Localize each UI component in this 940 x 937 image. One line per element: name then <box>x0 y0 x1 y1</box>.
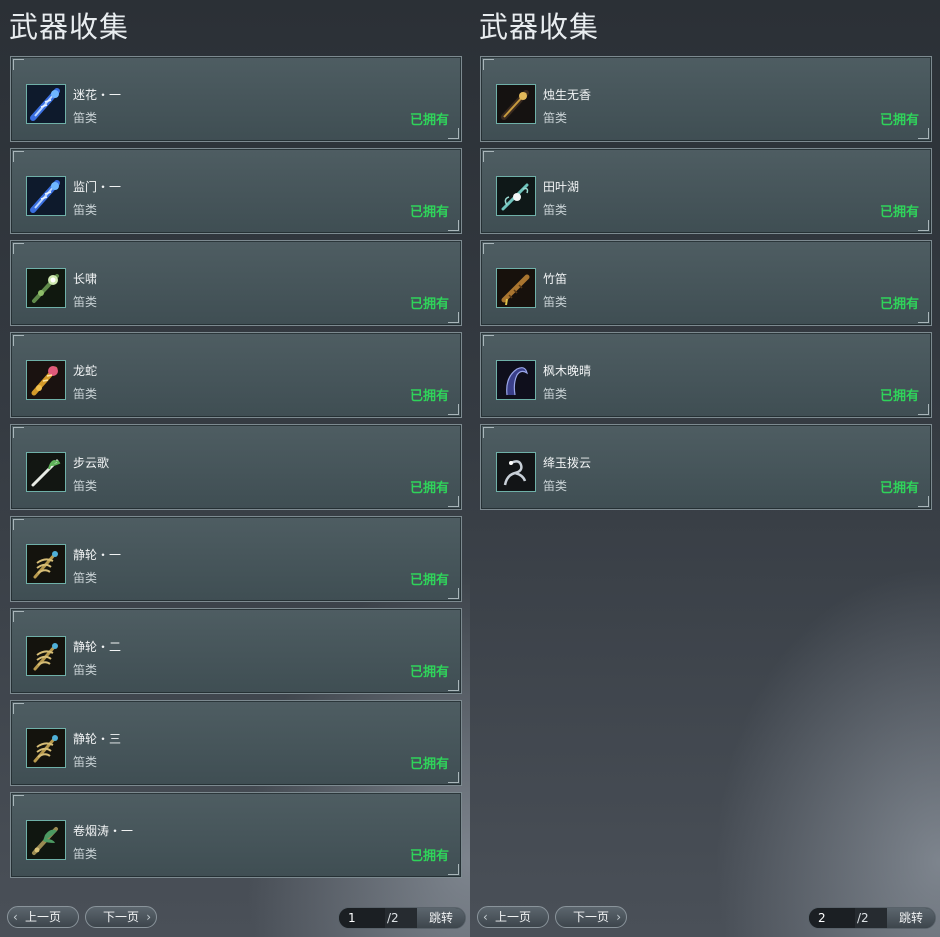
page-number-input[interactable]: 1 <box>339 908 385 928</box>
owned-status: 已拥有 <box>879 297 919 312</box>
weapon-card[interactable]: 枫木晚晴 笛类 已拥有 <box>480 332 932 418</box>
panel-title: 武器收集 <box>9 10 130 44</box>
green-orb-flute-icon <box>26 268 66 308</box>
bamboo-flute-icon <box>496 268 536 308</box>
weapon-name: 静轮・二 <box>73 640 122 654</box>
owned-status: 已拥有 <box>409 113 449 128</box>
owned-status: 已拥有 <box>879 481 919 496</box>
weapon-name: 绛玉拨云 <box>543 456 592 470</box>
weapon-card[interactable]: 龙蛇 笛类 已拥有 <box>10 332 462 418</box>
weapon-card[interactable]: 静轮・一 笛类 已拥有 <box>10 516 462 602</box>
page-jump-control: 1 /2 跳转 <box>338 907 466 929</box>
owned-status: 已拥有 <box>409 757 449 772</box>
weapon-type: 笛类 <box>73 203 98 217</box>
weapon-card[interactable]: 步云歌 笛类 已拥有 <box>10 424 462 510</box>
blue-flute-icon <box>26 176 66 216</box>
silver-dragon-flute-icon <box>496 452 536 492</box>
chevron-left-icon: ‹ <box>483 910 488 924</box>
weapon-card[interactable]: 田叶湖 笛类 已拥有 <box>480 148 932 234</box>
weapon-type: 笛类 <box>73 663 98 677</box>
owned-status: 已拥有 <box>409 849 449 864</box>
green-dragon-flute-icon <box>26 820 66 860</box>
owned-status: 已拥有 <box>409 573 449 588</box>
next-page-button[interactable]: 下一页 › <box>555 906 627 928</box>
weapon-card[interactable]: 卷烟涛・一 笛类 已拥有 <box>10 792 462 878</box>
right-collection-panel: 武器收集 烛生无香 笛类 已拥有 田叶湖 笛类 已拥有 竹笛 笛类 已拥有 枫木… <box>470 0 940 937</box>
weapon-type: 笛类 <box>73 111 98 125</box>
page-total: /2 <box>857 911 869 925</box>
weapon-type: 笛类 <box>73 295 98 309</box>
weapon-type: 笛类 <box>73 755 98 769</box>
weapon-card[interactable]: 迷花・一 笛类 已拥有 <box>10 56 462 142</box>
jump-button[interactable]: 跳转 <box>417 908 465 928</box>
blue-flute-icon <box>26 84 66 124</box>
prev-page-button[interactable]: ‹ 上一页 <box>477 906 549 928</box>
weapon-type: 笛类 <box>543 387 568 401</box>
weapon-card[interactable]: 长啸 笛类 已拥有 <box>10 240 462 326</box>
page-jump-control: 2 /2 跳转 <box>808 907 936 929</box>
weapon-name: 迷花・一 <box>73 88 122 102</box>
left-collection-panel: 武器收集 迷花・一 笛类 已拥有 监门・一 笛类 已拥有 长啸 笛类 已拥有 龙… <box>0 0 470 937</box>
golden-claw-flute-icon <box>26 544 66 584</box>
weapon-type: 笛类 <box>543 479 568 493</box>
weapon-name: 田叶湖 <box>543 180 580 194</box>
owned-status: 已拥有 <box>409 481 449 496</box>
weapon-name: 静轮・一 <box>73 548 122 562</box>
owned-status: 已拥有 <box>409 665 449 680</box>
chevron-right-icon: › <box>146 910 151 924</box>
owned-status: 已拥有 <box>409 205 449 220</box>
owned-status: 已拥有 <box>879 389 919 404</box>
golden-dragon-flute-icon <box>26 360 66 400</box>
owned-status: 已拥有 <box>879 205 919 220</box>
weapon-card[interactable]: 烛生无香 笛类 已拥有 <box>480 56 932 142</box>
weapon-type: 笛类 <box>73 847 98 861</box>
golden-claw-flute-icon <box>26 728 66 768</box>
weapon-name: 枫木晚晴 <box>543 364 592 378</box>
weapon-type: 笛类 <box>543 111 568 125</box>
weapon-type: 笛类 <box>543 203 568 217</box>
prev-page-button[interactable]: ‹ 上一页 <box>7 906 79 928</box>
weapon-type: 笛类 <box>73 571 98 585</box>
weapon-card[interactable]: 静轮・二 笛类 已拥有 <box>10 608 462 694</box>
weapon-type: 笛类 <box>73 387 98 401</box>
page-total: /2 <box>387 911 399 925</box>
owned-status: 已拥有 <box>409 297 449 312</box>
white-leaf-flute-icon <box>26 452 66 492</box>
weapon-card[interactable]: 竹笛 笛类 已拥有 <box>480 240 932 326</box>
page-number-input[interactable]: 2 <box>809 908 855 928</box>
lotus-flute-icon <box>496 176 536 216</box>
weapon-name: 静轮・三 <box>73 732 122 746</box>
weapon-card[interactable]: 静轮・三 笛类 已拥有 <box>10 700 462 786</box>
next-page-button[interactable]: 下一页 › <box>85 906 157 928</box>
weapon-card[interactable]: 绛玉拨云 笛类 已拥有 <box>480 424 932 510</box>
panel-title: 武器收集 <box>479 10 600 44</box>
weapon-name: 烛生无香 <box>543 88 592 102</box>
golden-claw-flute-icon <box>26 636 66 676</box>
chevron-right-icon: › <box>616 910 621 924</box>
chevron-left-icon: ‹ <box>13 910 18 924</box>
weapon-type: 笛类 <box>73 479 98 493</box>
weapon-name: 龙蛇 <box>73 364 98 378</box>
jump-button[interactable]: 跳转 <box>887 908 935 928</box>
weapon-name: 监门・一 <box>73 180 122 194</box>
dark-gold-flute-icon <box>496 84 536 124</box>
weapon-name: 竹笛 <box>543 272 568 286</box>
weapon-name: 长啸 <box>73 272 98 286</box>
weapon-name: 步云歌 <box>73 456 110 470</box>
owned-status: 已拥有 <box>879 113 919 128</box>
weapon-type: 笛类 <box>543 295 568 309</box>
weapon-card[interactable]: 监门・一 笛类 已拥有 <box>10 148 462 234</box>
owned-status: 已拥有 <box>409 389 449 404</box>
weapon-name: 卷烟涛・一 <box>73 824 134 838</box>
purple-serpent-flute-icon <box>496 360 536 400</box>
